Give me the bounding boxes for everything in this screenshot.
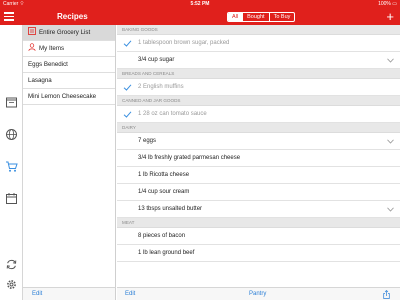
- status-bar: Carrier ⌔ 5:52 PM 100% ▭: [0, 0, 400, 8]
- section-header-breads-and-cereals: BREADS AND CEREALS: [117, 69, 400, 79]
- chevron-down-icon[interactable]: [387, 139, 394, 144]
- chevron-down-icon[interactable]: [387, 207, 394, 212]
- item-text: 3/4 cup sugar: [138, 57, 175, 63]
- list-item-mini-lemon-cheesecake[interactable]: Mini Lemon Cheesecake: [23, 89, 115, 105]
- filter-segmented-control: All Bought To Buy: [227, 12, 296, 22]
- list-item-label: Mini Lemon Cheesecake: [28, 93, 97, 100]
- list-item-my-items[interactable]: My Items: [23, 41, 115, 57]
- item-text: 1 28 oz can tomato sauce: [138, 111, 207, 117]
- list-item-label: Lasagna: [28, 77, 52, 84]
- lists-toolbar: Edit: [23, 287, 116, 300]
- edit-items-button[interactable]: Edit: [125, 288, 135, 300]
- item-text: 3/4 lb freshly grated parmesan cheese: [138, 155, 241, 161]
- list-item[interactable]: 1 lb lean ground beef: [117, 245, 400, 262]
- item-text: 13 tbsps unsalted butter: [138, 206, 203, 212]
- list-item[interactable]: 2 English muffins: [117, 79, 400, 96]
- item-text: 1 tablespoon brown sugar, packed: [138, 40, 230, 46]
- menu-icon[interactable]: [4, 11, 16, 22]
- segment-bought[interactable]: Bought: [243, 13, 270, 21]
- list-item[interactable]: 1 28 oz can tomato sauce: [117, 106, 400, 123]
- icon-rail: [0, 25, 23, 300]
- chevron-down-icon[interactable]: [387, 58, 394, 63]
- grocery-lists-panel: Entire Grocery List My Items Eggs Benedi…: [23, 25, 116, 287]
- person-icon: [28, 43, 36, 52]
- edit-lists-button[interactable]: Edit: [32, 288, 42, 300]
- section-header-meat: MEAT: [117, 218, 400, 228]
- list-item[interactable]: 1 tablespoon brown sugar, packed: [117, 35, 400, 52]
- list-item-label: Eggs Benedict: [28, 61, 68, 68]
- add-item-button[interactable]: +: [386, 8, 394, 25]
- item-text: 1 lb Ricotta cheese: [138, 172, 190, 178]
- list-item[interactable]: 3/4 lb freshly grated parmesan cheese: [117, 150, 400, 167]
- list-item-label: My Items: [39, 45, 65, 52]
- item-text: 1 lb lean ground beef: [138, 250, 195, 256]
- section-header-canned-and-jar-goods: CANNED AND JAR GOODS: [117, 96, 400, 106]
- section-header-baking-goods: BAKING GOODS: [117, 25, 400, 35]
- checkmark-icon[interactable]: [123, 83, 132, 92]
- list-icon: [28, 27, 36, 36]
- list-item-label: Entire Grocery List: [39, 29, 91, 36]
- navigation-bar: Recipes All Bought To Buy +: [0, 8, 400, 25]
- list-item[interactable]: 8 pieces of bacon: [117, 228, 400, 245]
- item-text: 2 English muffins: [138, 84, 184, 90]
- clock-label: 5:52 PM: [190, 1, 210, 7]
- list-item[interactable]: 1/4 cup sour cream: [117, 184, 400, 201]
- share-icon[interactable]: [383, 290, 390, 299]
- grocery-items-list: BAKING GOODS 1 tablespoon brown sugar, p…: [117, 25, 400, 287]
- list-item-eggs-benedict[interactable]: Eggs Benedict: [23, 57, 115, 73]
- checkmark-icon[interactable]: [123, 110, 132, 119]
- list-item-entire-grocery-list[interactable]: Entire Grocery List: [23, 25, 115, 41]
- list-item[interactable]: 1 lb Ricotta cheese: [117, 167, 400, 184]
- pantry-button[interactable]: Pantry: [249, 288, 266, 300]
- list-item[interactable]: 3/4 cup sugar: [117, 52, 400, 69]
- section-header-dairy: DAIRY: [117, 123, 400, 133]
- item-text: 8 pieces of bacon: [138, 233, 186, 239]
- sync-icon[interactable]: [5, 258, 18, 271]
- settings-icon[interactable]: [5, 278, 18, 291]
- list-item[interactable]: 7 eggs: [117, 133, 400, 150]
- segment-to-buy[interactable]: To Buy: [270, 13, 295, 21]
- globe-icon[interactable]: [5, 128, 18, 141]
- item-text: 1/4 cup sour cream: [138, 189, 190, 195]
- checkmark-icon[interactable]: [123, 39, 132, 48]
- items-toolbar: Edit Pantry: [117, 287, 400, 300]
- segment-all[interactable]: All: [228, 13, 244, 21]
- page-title: Recipes: [57, 12, 88, 21]
- recipe-book-icon[interactable]: [5, 96, 18, 109]
- calendar-icon[interactable]: [5, 192, 18, 205]
- list-item-lasagna[interactable]: Lasagna: [23, 73, 115, 89]
- battery-indicator: 100% ▭: [378, 1, 397, 7]
- cart-icon[interactable]: [5, 160, 18, 173]
- item-text: 7 eggs: [138, 138, 157, 144]
- list-item[interactable]: 13 tbsps unsalted butter: [117, 201, 400, 218]
